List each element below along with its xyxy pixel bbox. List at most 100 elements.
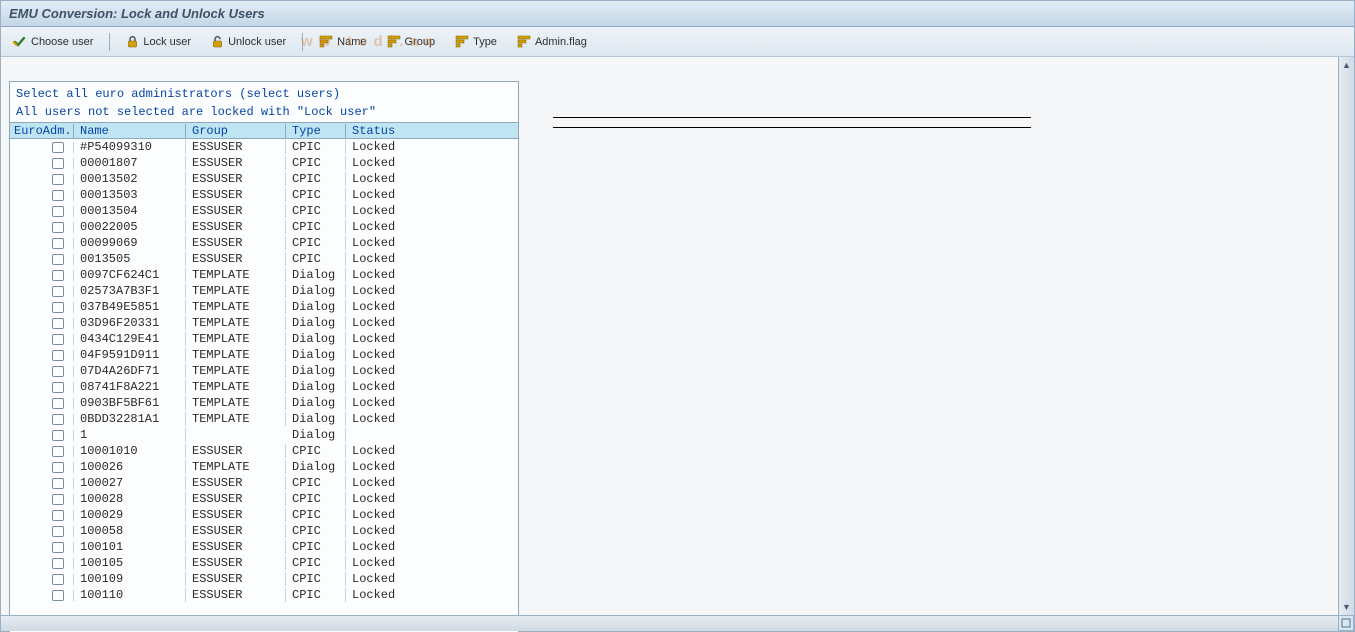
table-row[interactable]: 07D4A26DF71TEMPLATEDialogLocked bbox=[10, 363, 518, 379]
cell-type: Dialog bbox=[286, 364, 346, 378]
row-checkbox[interactable] bbox=[52, 142, 64, 153]
table-row[interactable]: 00022005ESSUSERCPICLocked bbox=[10, 219, 518, 235]
cell-name: 100101 bbox=[74, 540, 186, 554]
row-checkbox[interactable] bbox=[52, 558, 64, 569]
table-row[interactable]: 100029ESSUSERCPICLocked bbox=[10, 507, 518, 523]
app-window: EMU Conversion: Lock and Unlock Users Ch… bbox=[0, 0, 1355, 632]
scroll-up-icon[interactable]: ▲ bbox=[1339, 57, 1354, 73]
table-row[interactable]: 00013503ESSUSERCPICLocked bbox=[10, 187, 518, 203]
table-row[interactable]: 0903BF5BF61TEMPLATEDialogLocked bbox=[10, 395, 518, 411]
table-row[interactable]: 100027ESSUSERCPICLocked bbox=[10, 475, 518, 491]
row-checkbox[interactable] bbox=[52, 318, 64, 329]
row-checkbox[interactable] bbox=[52, 398, 64, 409]
lock-user-button[interactable]: Lock user bbox=[120, 33, 197, 50]
row-checkbox[interactable] bbox=[52, 542, 64, 553]
cell-name: 100109 bbox=[74, 572, 186, 586]
row-checkbox[interactable] bbox=[52, 302, 64, 313]
cell-group: ESSUSER bbox=[186, 236, 286, 250]
scroll-down-icon[interactable]: ▼ bbox=[1339, 599, 1354, 615]
cell-group: ESSUSER bbox=[186, 556, 286, 570]
row-checkbox-cell bbox=[10, 350, 74, 361]
table-row[interactable]: 100109ESSUSERCPICLocked bbox=[10, 571, 518, 587]
table-row[interactable]: 00013504ESSUSERCPICLocked bbox=[10, 203, 518, 219]
cell-status: Locked bbox=[346, 140, 504, 154]
row-checkbox[interactable] bbox=[52, 414, 64, 425]
row-checkbox[interactable] bbox=[52, 590, 64, 601]
table-row[interactable]: 100101ESSUSERCPICLocked bbox=[10, 539, 518, 555]
col-name[interactable]: Name bbox=[74, 124, 186, 138]
choose-user-button[interactable]: Choose user bbox=[7, 33, 99, 51]
row-checkbox[interactable] bbox=[52, 430, 64, 441]
row-checkbox-cell bbox=[10, 206, 74, 217]
row-checkbox[interactable] bbox=[52, 446, 64, 457]
table-row[interactable]: 08741F8A221TEMPLATEDialogLocked bbox=[10, 379, 518, 395]
row-checkbox[interactable] bbox=[52, 510, 64, 521]
row-checkbox-cell bbox=[10, 590, 74, 601]
sort-name-button[interactable]: Name bbox=[313, 33, 372, 50]
table-row[interactable]: 0097CF624C1TEMPLATEDialogLocked bbox=[10, 267, 518, 283]
row-checkbox[interactable] bbox=[52, 350, 64, 361]
row-checkbox[interactable] bbox=[52, 158, 64, 169]
table-row[interactable]: 100026TEMPLATEDialogLocked bbox=[10, 459, 518, 475]
cell-group: TEMPLATE bbox=[186, 412, 286, 426]
vertical-scrollbar[interactable]: ▲ ▼ bbox=[1338, 57, 1354, 615]
row-checkbox[interactable] bbox=[52, 366, 64, 377]
unlock-user-button[interactable]: Unlock user bbox=[205, 33, 292, 50]
row-checkbox[interactable] bbox=[52, 478, 64, 489]
sort-type-button[interactable]: Type bbox=[449, 33, 503, 50]
cell-status: Locked bbox=[346, 332, 504, 346]
table-row[interactable]: 00099069ESSUSERCPICLocked bbox=[10, 235, 518, 251]
sort-icon bbox=[319, 35, 333, 48]
cell-status: Locked bbox=[346, 364, 504, 378]
row-checkbox[interactable] bbox=[52, 526, 64, 537]
col-type[interactable]: Type bbox=[286, 124, 346, 138]
cell-group: ESSUSER bbox=[186, 444, 286, 458]
row-checkbox[interactable] bbox=[52, 190, 64, 201]
table-row[interactable]: 037B49E5851TEMPLATEDialogLocked bbox=[10, 299, 518, 315]
cell-status: Locked bbox=[346, 524, 504, 538]
row-checkbox[interactable] bbox=[52, 462, 64, 473]
cell-name: 04F9591D911 bbox=[74, 348, 186, 362]
row-checkbox[interactable] bbox=[52, 254, 64, 265]
row-checkbox[interactable] bbox=[52, 238, 64, 249]
table-row[interactable]: 100110ESSUSERCPICLocked bbox=[10, 587, 518, 603]
unlock-user-label: Unlock user bbox=[228, 36, 286, 48]
col-group[interactable]: Group bbox=[186, 124, 286, 138]
col-status[interactable]: Status bbox=[346, 124, 504, 138]
cell-type: CPIC bbox=[286, 524, 346, 538]
sort-adminflag-button[interactable]: Admin.flag bbox=[511, 33, 593, 50]
cell-status: Locked bbox=[346, 252, 504, 266]
horizontal-scrollbar[interactable] bbox=[1, 615, 1338, 631]
table-row[interactable]: 00013502ESSUSERCPICLocked bbox=[10, 171, 518, 187]
cell-status: Locked bbox=[346, 508, 504, 522]
resize-handle[interactable] bbox=[1338, 615, 1354, 631]
table-row[interactable]: 03D96F20331TEMPLATEDialogLocked bbox=[10, 315, 518, 331]
table-row[interactable]: 0BDD32281A1TEMPLATEDialogLocked bbox=[10, 411, 518, 427]
table-row[interactable]: 100058ESSUSERCPICLocked bbox=[10, 523, 518, 539]
table-row[interactable]: #P54099310ESSUSERCPICLocked bbox=[10, 139, 518, 155]
table-row[interactable]: 100028ESSUSERCPICLocked bbox=[10, 491, 518, 507]
cell-status: Locked bbox=[346, 460, 504, 474]
row-checkbox[interactable] bbox=[52, 206, 64, 217]
table-row[interactable]: 10001010ESSUSERCPICLocked bbox=[10, 443, 518, 459]
cell-name: 00013503 bbox=[74, 188, 186, 202]
row-checkbox[interactable] bbox=[52, 286, 64, 297]
row-checkbox[interactable] bbox=[52, 574, 64, 585]
table-row[interactable]: 0434C129E41TEMPLATEDialogLocked bbox=[10, 331, 518, 347]
cell-name: 08741F8A221 bbox=[74, 380, 186, 394]
row-checkbox[interactable] bbox=[52, 334, 64, 345]
table-row[interactable]: 04F9591D911TEMPLATEDialogLocked bbox=[10, 347, 518, 363]
table-row[interactable]: 1Dialog bbox=[10, 427, 518, 443]
table-row[interactable]: 0013505ESSUSERCPICLocked bbox=[10, 251, 518, 267]
row-checkbox-cell bbox=[10, 366, 74, 377]
table-row[interactable]: 100105ESSUSERCPICLocked bbox=[10, 555, 518, 571]
table-row[interactable]: 00001807ESSUSERCPICLocked bbox=[10, 155, 518, 171]
col-euroadm[interactable]: EuroAdm. bbox=[10, 124, 74, 138]
row-checkbox[interactable] bbox=[52, 382, 64, 393]
sort-group-button[interactable]: Group bbox=[381, 33, 442, 50]
table-row[interactable]: 02573A7B3F1TEMPLATEDialogLocked bbox=[10, 283, 518, 299]
row-checkbox[interactable] bbox=[52, 270, 64, 281]
row-checkbox[interactable] bbox=[52, 494, 64, 505]
row-checkbox[interactable] bbox=[52, 174, 64, 185]
row-checkbox[interactable] bbox=[52, 222, 64, 233]
